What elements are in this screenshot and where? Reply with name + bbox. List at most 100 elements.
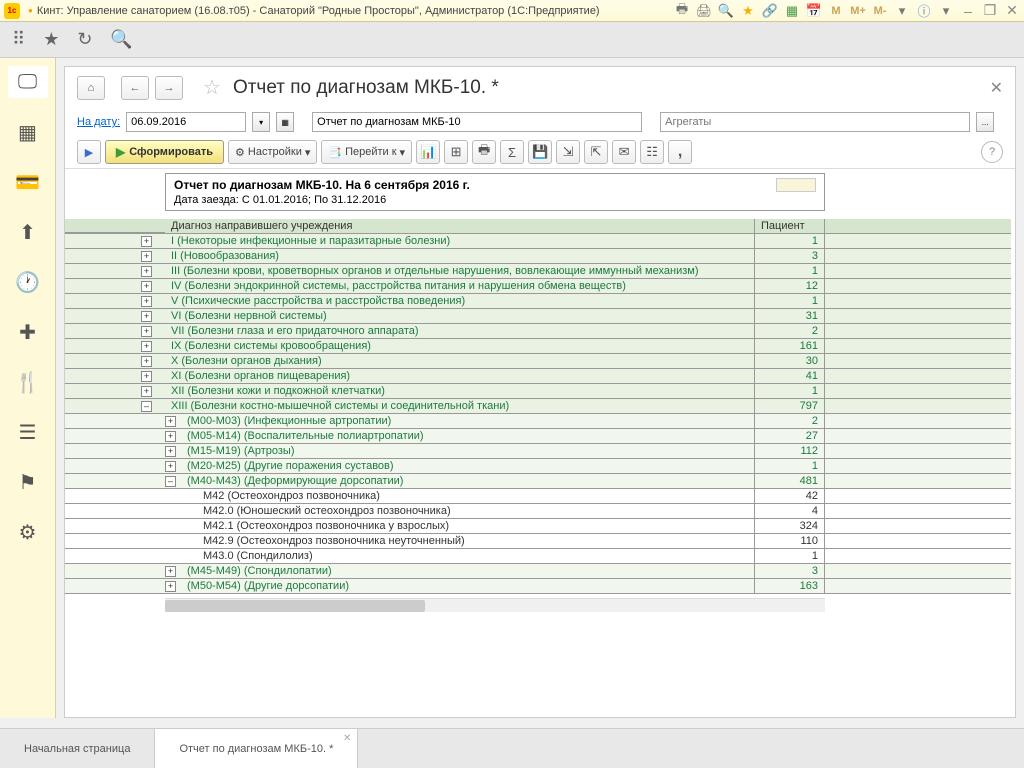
maximize-button[interactable]: ❐ xyxy=(982,3,998,19)
table-row[interactable]: M42.9 (Остеохондроз позвоночника неуточн… xyxy=(65,534,1011,549)
table-row[interactable]: –(M40-M43) (Деформирующие дорсопатии)481 xyxy=(65,474,1011,489)
date-calendar-button[interactable]: ▦ xyxy=(276,112,294,132)
report-title: Отчет по диагнозам МКБ-10. На 6 сентября… xyxy=(174,178,768,192)
expand-toggle[interactable]: + xyxy=(141,281,152,292)
table-row[interactable]: +(M50-M54) (Другие дорсопатии)163 xyxy=(65,579,1011,594)
date-label-link[interactable]: На дату: xyxy=(77,116,120,128)
sidebar-server-icon[interactable]: ☰ xyxy=(8,416,48,448)
tool-expand-icon[interactable]: ⊞ xyxy=(444,140,468,164)
tool-comma-icon[interactable]: , xyxy=(668,140,692,164)
table-row[interactable]: +VII (Болезни глаза и его придаточного а… xyxy=(65,324,1011,339)
favorite-icon[interactable]: ★ xyxy=(740,3,756,19)
table-row[interactable]: M42.1 (Остеохондроз позвоночника у взрос… xyxy=(65,519,1011,534)
tool-save-icon[interactable]: 💾 xyxy=(528,140,552,164)
table-row[interactable]: M42 (Остеохондроз позвоночника)42 xyxy=(65,489,1011,504)
table-row[interactable]: +X (Болезни органов дыхания)30 xyxy=(65,354,1011,369)
table-row[interactable]: +(M00-M03) (Инфекционные артропатии)2 xyxy=(65,414,1011,429)
expand-toggle[interactable]: + xyxy=(141,236,152,247)
close-page-button[interactable]: ✕ xyxy=(990,78,1003,98)
search-doc-icon[interactable]: 🔍 xyxy=(718,3,734,19)
expand-toggle[interactable]: + xyxy=(141,386,152,397)
print2-icon[interactable]: 🖨 xyxy=(696,3,712,19)
main-toolbar: ⠿ ★ ↻ 🔍 xyxy=(0,22,1024,58)
dropdown-icon[interactable]: ▾ xyxy=(894,3,910,19)
table-row[interactable]: +XII (Болезни кожи и подкожной клетчатки… xyxy=(65,384,1011,399)
mem-mplus-button[interactable]: M+ xyxy=(850,3,866,19)
page-star-icon[interactable]: ☆ xyxy=(203,75,221,100)
form-report-button[interactable]: ▶Сформировать xyxy=(105,140,224,164)
sidebar-medical-icon[interactable]: ✚ xyxy=(8,316,48,348)
tool-chart-icon[interactable]: 📊 xyxy=(416,140,440,164)
expand-toggle[interactable]: + xyxy=(141,296,152,307)
expand-toggle[interactable]: + xyxy=(141,341,152,352)
table-row[interactable]: +III (Болезни крови, кроветворных органо… xyxy=(65,264,1011,279)
expand-toggle[interactable]: + xyxy=(141,371,152,382)
table-row[interactable]: +(M05-M14) (Воспалительные полиартропати… xyxy=(65,429,1011,444)
minimize-button[interactable]: – xyxy=(960,3,976,19)
search-icon[interactable]: 🔍 xyxy=(110,29,132,50)
sidebar-lamp-icon[interactable]: ⬆ xyxy=(8,216,48,248)
run-icon-button[interactable]: ▶ xyxy=(77,140,101,164)
date-input[interactable] xyxy=(126,112,246,132)
table-row[interactable]: –XIII (Болезни костно-мышечной системы и… xyxy=(65,399,1011,414)
table-row[interactable]: M43.0 (Спондилолиз)1 xyxy=(65,549,1011,564)
tool-sum-icon[interactable]: Σ xyxy=(500,140,524,164)
link-icon[interactable]: 🔗 xyxy=(762,3,778,19)
star-outline-icon[interactable]: ★ xyxy=(43,29,59,50)
print-icon[interactable]: 🖶 xyxy=(674,3,690,19)
calendar-icon[interactable]: 📅 xyxy=(806,3,822,19)
date-dropdown-button[interactable]: ▾ xyxy=(252,112,270,132)
history-icon[interactable]: ↻ xyxy=(77,29,92,50)
expand-toggle[interactable]: + xyxy=(141,311,152,322)
sidebar-monitor-icon[interactable]: 🖵 xyxy=(8,66,48,98)
table-row[interactable]: +(M20-M25) (Другие поражения суставов)1 xyxy=(65,459,1011,474)
sidebar-calendar-icon[interactable]: ▦ xyxy=(8,116,48,148)
table-row[interactable]: +I (Некоторые инфекционные и паразитарны… xyxy=(65,234,1011,249)
close-window-button[interactable]: ✕ xyxy=(1004,3,1020,19)
table-row[interactable]: M42.0 (Юношеский остеохондроз позвоночни… xyxy=(65,504,1011,519)
table-row[interactable]: +VI (Болезни нервной системы)31 xyxy=(65,309,1011,324)
horizontal-scrollbar[interactable] xyxy=(165,598,825,612)
apps-icon[interactable]: ⠿ xyxy=(12,29,25,50)
tool-expand2-icon[interactable]: ⇱ xyxy=(584,140,608,164)
table-row[interactable]: +XI (Болезни органов пищеварения)41 xyxy=(65,369,1011,384)
settings-button[interactable]: ⚙ Настройки ▾ xyxy=(228,140,317,164)
report-area[interactable]: Отчет по диагнозам МКБ-10. На 6 сентября… xyxy=(65,169,1015,717)
table-row[interactable]: +II (Новообразования)3 xyxy=(65,249,1011,264)
table-row[interactable]: +V (Психические расстройства и расстройс… xyxy=(65,294,1011,309)
table-row[interactable]: +IV (Болезни эндокринной системы, расстр… xyxy=(65,279,1011,294)
table-row[interactable]: +(M45-M49) (Спондилопатии)3 xyxy=(65,564,1011,579)
expand-toggle[interactable]: – xyxy=(141,401,152,412)
expand-toggle[interactable]: + xyxy=(141,326,152,337)
info-icon[interactable]: ⓘ xyxy=(916,3,932,19)
mem-mminus-button[interactable]: M- xyxy=(872,3,888,19)
dropdown2-icon[interactable]: ▾ xyxy=(938,3,954,19)
aggregates-more-button[interactable]: ... xyxy=(976,112,994,132)
sidebar-card-icon[interactable]: 💳 xyxy=(8,166,48,198)
sidebar-settings-icon[interactable]: ⚙ xyxy=(8,516,48,548)
expand-toggle[interactable]: + xyxy=(141,266,152,277)
tab-close-icon[interactable]: ✕ xyxy=(343,733,351,744)
tool-collapse-icon[interactable]: ⇲ xyxy=(556,140,580,164)
tool-print-icon[interactable]: 🖶 xyxy=(472,140,496,164)
table-row[interactable]: +IX (Болезни системы кровообращения)161 xyxy=(65,339,1011,354)
tab-report[interactable]: Отчет по диагнозам МКБ-10. *✕ xyxy=(155,729,358,768)
table-row[interactable]: +(M15-M19) (Артрозы)112 xyxy=(65,444,1011,459)
tab-home[interactable]: Начальная страница xyxy=(0,729,155,768)
mem-m-button[interactable]: M xyxy=(828,3,844,19)
tool-mail-icon[interactable]: ✉ xyxy=(612,140,636,164)
calc-icon[interactable]: ▦ xyxy=(784,3,800,19)
expand-toggle[interactable]: + xyxy=(141,356,152,367)
home-button[interactable]: ⌂ xyxy=(77,76,105,100)
nav-forward-button[interactable]: → xyxy=(155,76,183,100)
goto-button[interactable]: 📑 Перейти к ▾ xyxy=(321,140,412,164)
expand-toggle[interactable]: + xyxy=(141,251,152,262)
help-button[interactable]: ? xyxy=(981,141,1003,163)
report-name-input[interactable] xyxy=(312,112,642,132)
sidebar-restaurant-icon[interactable]: 🍴 xyxy=(8,366,48,398)
tool-table-icon[interactable]: ☷ xyxy=(640,140,664,164)
nav-back-button[interactable]: ← xyxy=(121,76,149,100)
aggregates-input[interactable] xyxy=(660,112,970,132)
sidebar-clock-icon[interactable]: 🕐 xyxy=(8,266,48,298)
sidebar-flag-icon[interactable]: ⚑ xyxy=(8,466,48,498)
